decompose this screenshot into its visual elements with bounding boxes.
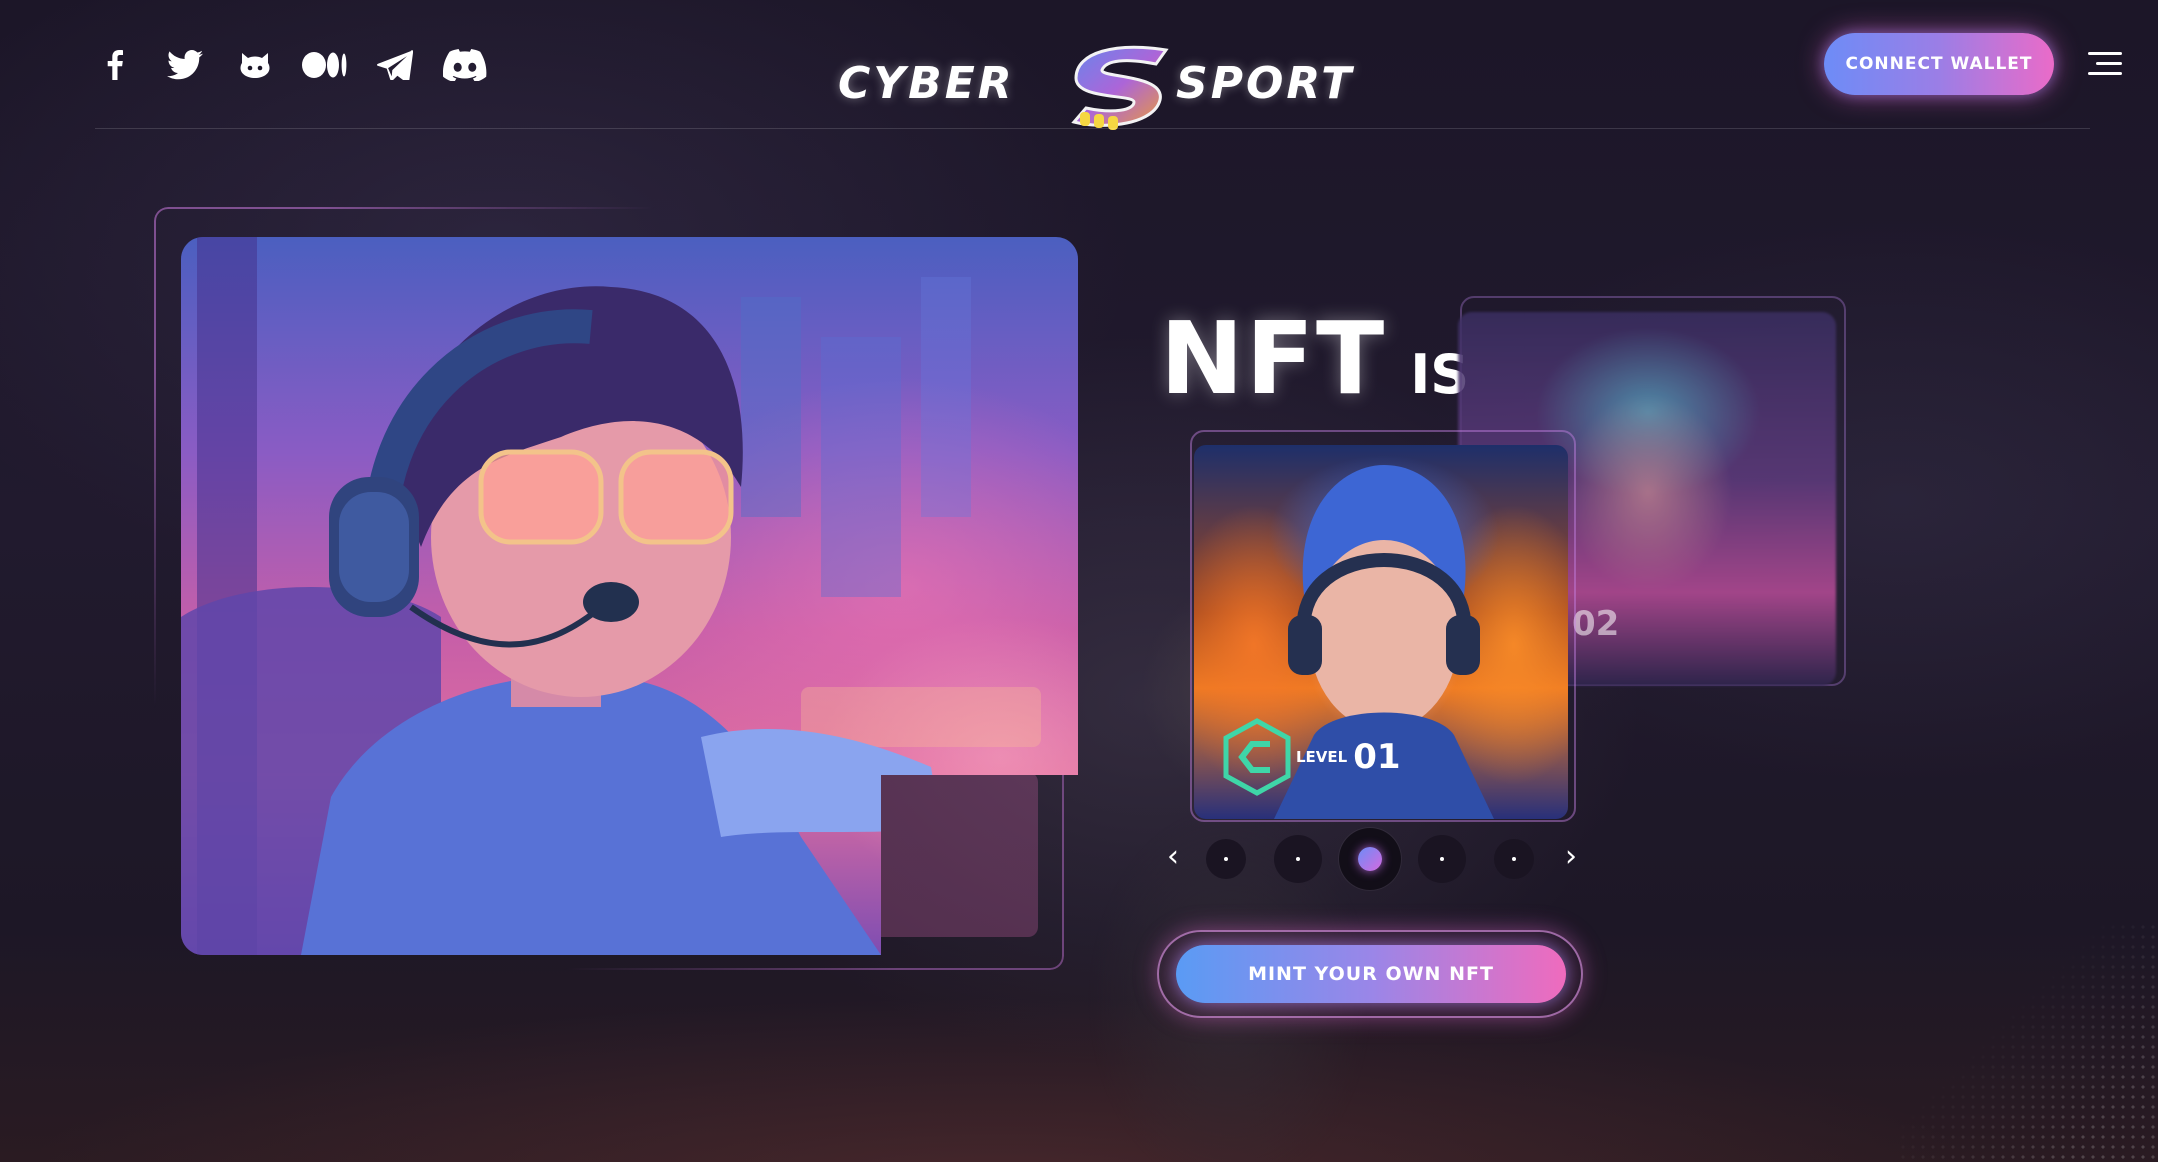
header-divider (95, 128, 2090, 129)
carousel-dot[interactable] (1494, 839, 1534, 879)
github-icon[interactable] (232, 46, 278, 84)
medium-icon[interactable] (302, 46, 348, 84)
logo-emblem-icon (1071, 45, 1169, 130)
telegram-icon[interactable] (372, 46, 418, 84)
nft-carousel-controls: ‹ › (1160, 826, 1580, 892)
logo-text-sport: SPORT (1176, 58, 1355, 109)
level-number: 01 (1353, 737, 1401, 777)
heading-nft: NFT (1160, 300, 1387, 417)
connect-wallet-button[interactable]: CONNECT WALLET (1824, 33, 2054, 95)
hamburger-menu-icon[interactable] (2088, 52, 2122, 76)
hero-image-accent-block (870, 772, 1038, 937)
mint-nft-button[interactable]: MINT YOUR OWN NFT (1176, 945, 1566, 1003)
carousel-dot[interactable] (1274, 835, 1322, 883)
logo-text-cyber: CYBER (838, 58, 1015, 109)
level-label: LEVEL (1296, 748, 1348, 766)
chevron-left-icon[interactable]: ‹ (1162, 840, 1184, 874)
nft-card-02-number: 02 (1572, 604, 1620, 644)
level-hexagon-icon (1223, 718, 1291, 796)
facebook-icon[interactable] (92, 46, 138, 84)
carousel-dot[interactable] (1206, 839, 1246, 879)
cyber-sport-logo[interactable]: CYBER SPORT (838, 38, 1388, 134)
carousel-dot-active[interactable] (1339, 828, 1401, 890)
level-badge: LEVEL 01 (1222, 718, 1401, 796)
chevron-right-icon[interactable]: › (1560, 840, 1582, 874)
hero-heading: NFT IS (1160, 300, 1469, 417)
twitter-icon[interactable] (162, 46, 208, 84)
carousel-dot[interactable] (1418, 835, 1466, 883)
site-header: CYBER SPORT CONNECT WALLET (0, 0, 2158, 130)
social-links (92, 46, 488, 84)
discord-icon[interactable] (442, 46, 488, 84)
dot-pattern-decoration (1898, 922, 2158, 1162)
